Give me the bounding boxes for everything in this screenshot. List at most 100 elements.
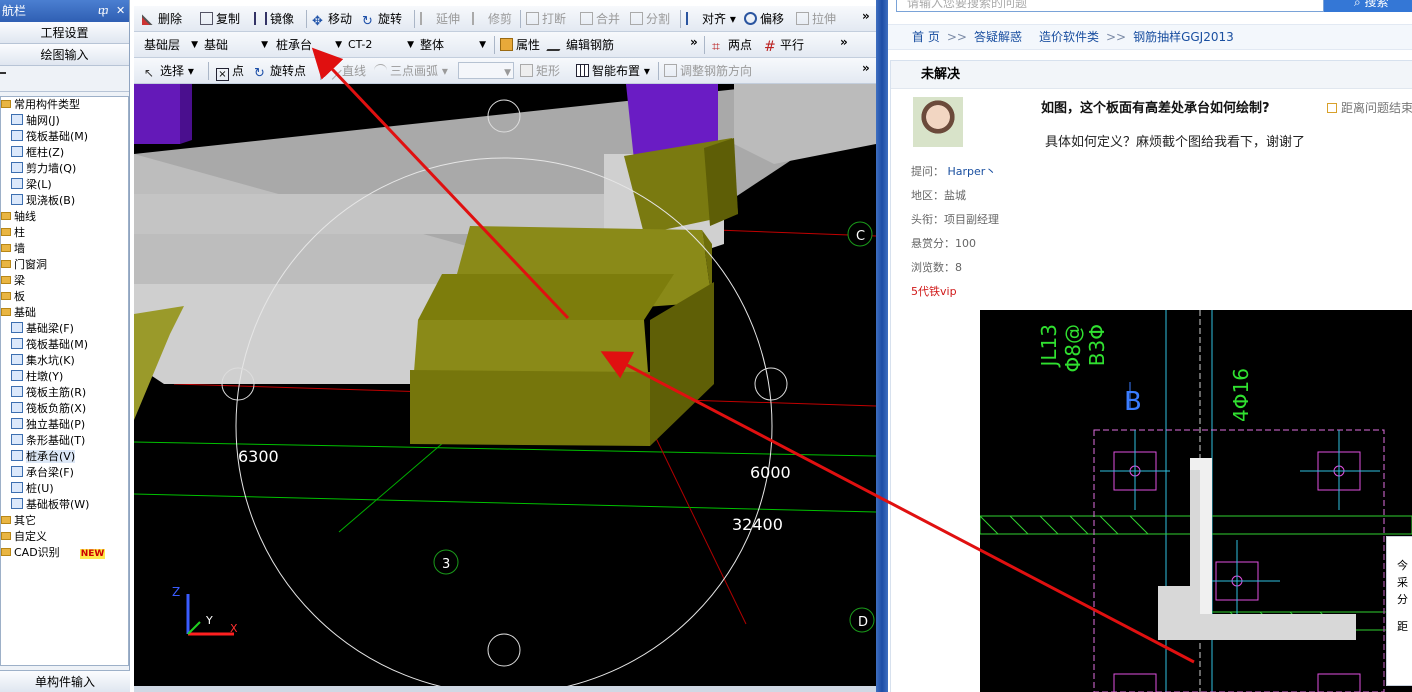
search-input[interactable]: 请输入您要搜索的问题 xyxy=(896,0,1324,12)
stretch-button[interactable]: 拉伸 xyxy=(796,10,836,28)
project-settings-button[interactable]: 工程设置 xyxy=(0,22,129,44)
mirror-button[interactable]: 镜像 xyxy=(254,10,294,28)
tree-item[interactable]: 门窗洞 xyxy=(1,257,128,273)
split-icon xyxy=(630,12,643,25)
mode-combo[interactable]: 整体 ▼ xyxy=(418,35,488,55)
vip-badge[interactable]: 5代铁vip xyxy=(911,283,957,299)
pin-icon[interactable]: ⴔ xyxy=(98,0,108,22)
arc-button[interactable]: 三点画弧 ▾ xyxy=(374,62,448,80)
property-button[interactable]: 属性 xyxy=(500,36,540,54)
rect-button[interactable]: 矩形 xyxy=(520,62,560,80)
align-button[interactable]: 对齐 ▾ xyxy=(686,10,736,28)
question-image[interactable]: JL13 Φ8@ B3Φ B 4Φ16 xyxy=(980,310,1412,692)
tree-item[interactable]: 轴网(J) xyxy=(1,113,128,129)
dimension-label: 6300 xyxy=(238,447,279,466)
move-button[interactable]: ✥ 移动 xyxy=(312,10,352,28)
3d-viewport[interactable]: 6300 6000 32400 C 3 D Z Y X xyxy=(134,84,876,686)
merge-button[interactable]: 合并 xyxy=(580,10,620,28)
two-point-button[interactable]: ⌗ 两点 xyxy=(712,36,752,54)
copy-button[interactable]: 复制 xyxy=(200,10,240,28)
tree-item[interactable]: 梁 xyxy=(1,273,128,289)
tree-item[interactable]: 基础板带(W) xyxy=(1,497,128,513)
avatar[interactable] xyxy=(913,97,963,147)
tree-item[interactable]: 桩(U) xyxy=(1,481,128,497)
tree-item[interactable]: 独立基础(P) xyxy=(1,417,128,433)
select-button[interactable]: ↖ 选择 ▾ xyxy=(144,62,194,80)
side-popup[interactable]: 今 采 分 距 xyxy=(1386,536,1412,686)
tree-item[interactable]: 梁(L) xyxy=(1,177,128,193)
tree-item[interactable]: 集水坑(K) xyxy=(1,353,128,369)
grip-circle[interactable] xyxy=(487,633,521,667)
edit-rebar-button[interactable]: 编辑钢筋 xyxy=(546,36,614,54)
more-chevron-icon[interactable]: » xyxy=(840,35,848,49)
column[interactable] xyxy=(134,84,180,144)
breadcrumb-qa[interactable]: 答疑解惑 xyxy=(974,30,1022,44)
tree-item[interactable]: 轴线 xyxy=(1,209,128,225)
tree-item[interactable]: 剪力墙(Q) xyxy=(1,161,128,177)
tree-item[interactable]: 柱 xyxy=(1,225,128,241)
break-button[interactable]: 打断 xyxy=(526,10,566,28)
point-button[interactable]: × 点 xyxy=(216,62,244,81)
adjust-rebar-direction-button[interactable]: 调整钢筋方向 xyxy=(664,62,752,80)
rotate-point-button[interactable]: ↻ 旋转点 xyxy=(254,62,306,80)
parallel-button[interactable]: # 平行 xyxy=(764,36,804,54)
component-tree[interactable]: 常用构件类型 轴网(J) 筏板基础(M) 框柱(Z) 剪力墙(Q) 梁(L) 现浇板(B) 轴… xyxy=(0,96,129,666)
close-icon[interactable]: ✕ xyxy=(116,0,125,22)
split-button[interactable]: 分割 xyxy=(630,10,670,28)
rect-icon xyxy=(520,64,533,77)
edit-rebar-icon xyxy=(546,38,567,51)
more-chevron-icon[interactable]: » xyxy=(862,9,870,23)
tree-item[interactable]: 现浇板(B) xyxy=(1,193,128,209)
breadcrumb-home[interactable]: 首 页 xyxy=(912,30,940,44)
tree-item[interactable]: 柱墩(Y) xyxy=(1,369,128,385)
viewport-canvas[interactable]: 6300 6000 32400 C 3 D Z Y X xyxy=(134,84,876,686)
grip-circle[interactable] xyxy=(754,367,788,401)
folder-icon xyxy=(1,212,11,220)
asker-link[interactable]: Harper丶 xyxy=(948,165,997,178)
tree-item[interactable]: 筏板负筋(X) xyxy=(1,401,128,417)
type-combo[interactable]: 桩承台 ▼ xyxy=(274,35,344,55)
tree-item[interactable]: 墙 xyxy=(1,241,128,257)
window-divider[interactable] xyxy=(876,0,888,692)
tree-item[interactable]: 筏板基础(M) xyxy=(1,129,128,145)
more-chevron-icon[interactable]: » xyxy=(862,61,870,75)
line-button[interactable]: 直线 xyxy=(323,61,366,80)
tree-item[interactable]: 条形基础(T) xyxy=(1,433,128,449)
search-icon: ⌕ xyxy=(1354,0,1365,9)
tree-item[interactable]: 自定义 xyxy=(1,529,128,545)
category-combo[interactable]: 基础 ▼ xyxy=(202,35,270,55)
tree-item[interactable]: 板 xyxy=(1,289,128,305)
navigation-panel: 航栏 ⴔ ✕ 工程设置 绘图输入 常用构件类型 轴网(J) 筏板基础(M) 框柱(Z)… xyxy=(0,0,130,692)
breadcrumb-ggj2013[interactable]: 钢筋抽样GGJ2013 xyxy=(1133,30,1234,44)
tree-item[interactable]: 基础梁(F) xyxy=(1,321,128,337)
trim-button[interactable]: 修剪 xyxy=(472,10,512,28)
rotate-button[interactable]: ↻ 旋转 xyxy=(362,10,402,28)
extend-button[interactable]: 延伸 xyxy=(420,10,460,28)
tree-item[interactable]: 框柱(Z) xyxy=(1,145,128,161)
tree-item[interactable]: CAD识别 NEW xyxy=(1,545,128,561)
single-component-input-button[interactable]: 单构件输入 xyxy=(0,670,130,692)
tree-item[interactable]: 筏板基础(M) xyxy=(1,337,128,353)
tree-item[interactable]: 基础 xyxy=(1,305,128,321)
delete-button[interactable]: 删除 xyxy=(142,10,182,28)
tree-item[interactable]: 承台梁(F) xyxy=(1,465,128,481)
offset-button[interactable]: 偏移 xyxy=(744,10,784,28)
more-chevron-icon[interactable]: » xyxy=(690,35,698,49)
breadcrumb-cost-software[interactable]: 造价软件类 xyxy=(1039,30,1099,44)
drawing-input-button[interactable]: 绘图输入 xyxy=(0,44,129,66)
tree-item[interactable]: 桩承台(V) xyxy=(1,449,128,465)
tree-item[interactable]: 筏板主筋(R) xyxy=(1,385,128,401)
name-combo[interactable]: CT-2 ▼ xyxy=(346,35,416,55)
tree-item[interactable]: 其它 xyxy=(1,513,128,529)
tree-item-label: 筏板基础(M) xyxy=(26,338,89,351)
tree-item-label: 柱墩(Y) xyxy=(26,370,64,383)
tree-item-label: 轴网(J) xyxy=(26,114,60,127)
pile-cap-lower-front[interactable] xyxy=(410,370,650,446)
arc-option-combo[interactable]: ▼ xyxy=(458,62,514,79)
collapse-icon[interactable] xyxy=(0,72,6,74)
tree-item-label: 筏板负筋(X) xyxy=(26,402,87,415)
search-button[interactable]: ⌕ 搜索 xyxy=(1324,0,1412,12)
smart-layout-button[interactable]: 智能布置 ▾ xyxy=(576,62,650,80)
tree-item[interactable]: 常用构件类型 xyxy=(1,97,128,113)
floor-combo[interactable]: 基础层 ▼ xyxy=(142,35,200,55)
